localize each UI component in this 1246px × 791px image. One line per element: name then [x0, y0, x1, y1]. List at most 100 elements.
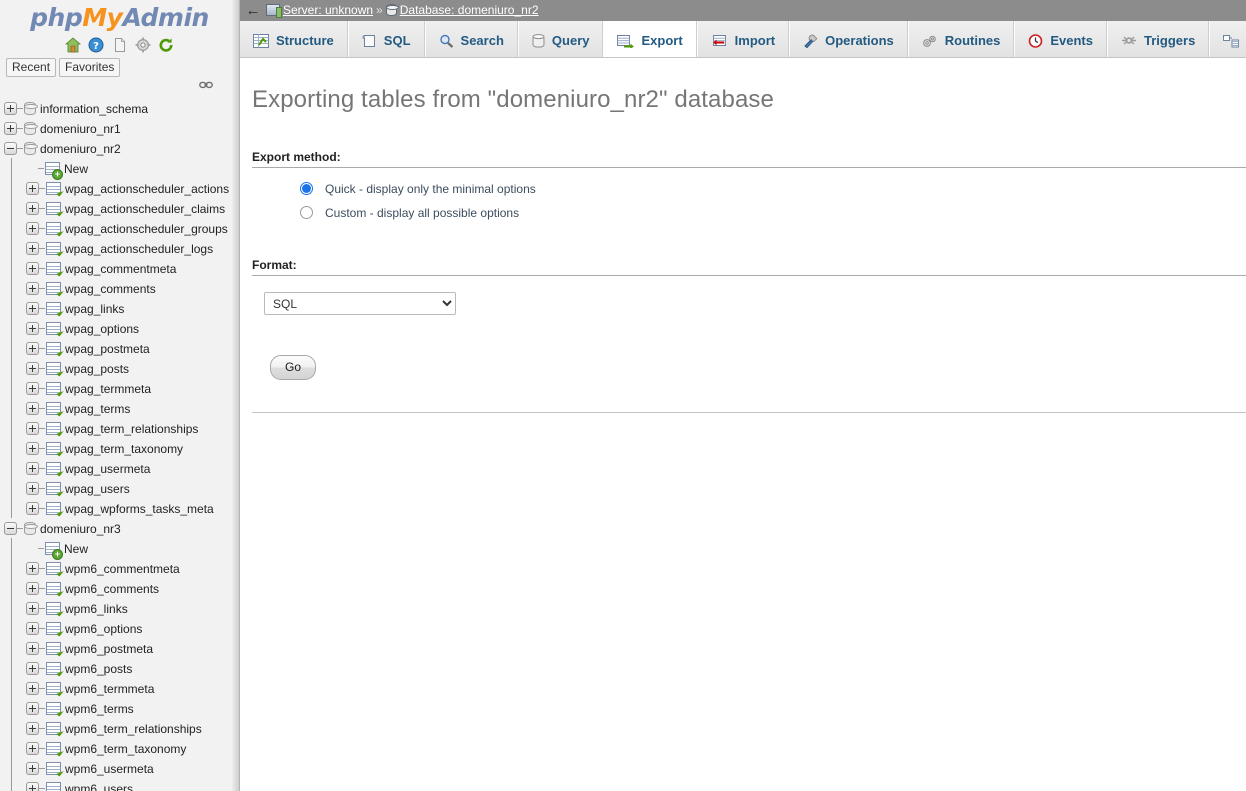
expand-toggle-icon[interactable]	[26, 482, 39, 496]
tree-node-wpm6_posts[interactable]: wpm6_posts	[0, 658, 233, 678]
expand-toggle-icon[interactable]	[26, 462, 39, 476]
expand-toggle-icon[interactable]	[26, 362, 39, 376]
tab-triggers[interactable]: Triggers	[1107, 21, 1210, 57]
breadcrumb-server-link[interactable]: Server: unknown	[283, 3, 373, 17]
tree-node-New[interactable]: New	[0, 158, 233, 181]
radio-quick[interactable]	[300, 182, 313, 195]
format-select[interactable]: SQLCSVCSV for MS ExcelJSONMicrosoft Word…	[264, 292, 456, 315]
tree-node-wpag_commentmeta[interactable]: wpag_commentmeta	[0, 258, 233, 278]
tree-node-wpag_usermeta[interactable]: wpag_usermeta	[0, 458, 233, 478]
tree-node-wpm6_term_taxonomy[interactable]: wpm6_term_taxonomy	[0, 738, 233, 758]
tree-node-wpm6_postmeta[interactable]: wpm6_postmeta	[0, 638, 233, 658]
expand-toggle-icon[interactable]	[26, 422, 39, 436]
expand-toggle-icon[interactable]	[26, 602, 39, 616]
refresh-icon[interactable]	[158, 37, 174, 53]
expand-toggle-icon[interactable]	[4, 102, 17, 116]
tab-search[interactable]: Search	[424, 21, 518, 57]
expand-toggle-icon[interactable]	[26, 222, 39, 236]
tree-node-wpag_actionscheduler_claims[interactable]: wpag_actionscheduler_claims	[0, 198, 233, 218]
tab-export[interactable]: Export	[603, 21, 697, 57]
favorites-button[interactable]: Favorites	[59, 58, 121, 77]
expand-toggle-icon[interactable]	[26, 562, 39, 576]
tree-node-wpag_options[interactable]: wpag_options	[0, 318, 233, 338]
tree-node-wpag_actionscheduler_actions[interactable]: wpag_actionscheduler_actions	[0, 178, 233, 198]
export-method-custom-option[interactable]: Custom - display all possible options	[300, 204, 1246, 222]
expand-toggle-icon[interactable]	[26, 502, 39, 516]
tree-node-wpag_comments[interactable]: wpag_comments	[0, 278, 233, 298]
expand-toggle-icon[interactable]	[4, 122, 17, 136]
tab-import[interactable]: Import	[696, 21, 790, 57]
help-icon[interactable]: ?	[88, 37, 104, 53]
tree-node-wpm6_comments[interactable]: wpm6_comments	[0, 578, 233, 598]
tree-node-wpag_actionscheduler_groups[interactable]: wpag_actionscheduler_groups	[0, 218, 233, 238]
expand-toggle-icon[interactable]	[26, 262, 39, 276]
home-icon[interactable]	[64, 37, 81, 53]
tab-query[interactable]: Query	[517, 21, 604, 57]
tree-node-wpm6_term_relationships[interactable]: wpm6_term_relationships	[0, 718, 233, 738]
expand-toggle-icon[interactable]	[26, 402, 39, 416]
go-button[interactable]: Go	[270, 355, 317, 380]
expand-toggle-icon[interactable]	[26, 182, 39, 196]
link-icon[interactable]	[199, 80, 213, 90]
tree-node-domeniuro_nr1[interactable]: domeniuro_nr1	[0, 118, 233, 138]
expand-toggle-icon[interactable]	[26, 242, 39, 256]
tree-node-wpag_users[interactable]: wpag_users	[0, 478, 233, 498]
tree-node-wpag_term_relationships[interactable]: wpag_term_relationships	[0, 418, 233, 438]
tree-node-wpm6_terms[interactable]: wpm6_terms	[0, 698, 233, 718]
tree-node-wpm6_usermeta[interactable]: wpm6_usermeta	[0, 758, 233, 778]
expand-toggle-icon[interactable]	[26, 762, 39, 776]
settings-gear-icon[interactable]	[135, 37, 151, 53]
expand-toggle-icon[interactable]	[26, 702, 39, 716]
tab-events[interactable]: Events	[1014, 21, 1107, 57]
tree-node-domeniuro_nr3[interactable]: domeniuro_nr3	[0, 518, 233, 538]
export-method-quick-option[interactable]: Quick - display only the minimal options	[300, 180, 1246, 198]
tree-node-wpag_wpforms_tasks_meta[interactable]: wpag_wpforms_tasks_meta	[0, 498, 233, 518]
tab-structure[interactable]: Structure	[240, 21, 348, 57]
expand-toggle-icon[interactable]	[26, 282, 39, 296]
docs-icon[interactable]	[112, 37, 128, 53]
tree-node-wpm6_options[interactable]: wpm6_options	[0, 618, 233, 638]
tree-node-New[interactable]: New	[0, 538, 233, 561]
expand-toggle-icon[interactable]	[26, 622, 39, 636]
tree-node-information_schema[interactable]: information_schema	[0, 98, 233, 118]
tree-node-wpm6_users[interactable]: wpm6_users	[0, 778, 233, 791]
expand-toggle-icon[interactable]	[26, 662, 39, 676]
tab-routines[interactable]: Routines	[907, 21, 1015, 57]
expand-toggle-icon[interactable]	[26, 722, 39, 736]
expand-toggle-icon[interactable]	[26, 682, 39, 696]
phpmyadmin-logo[interactable]: phpMyAdmin	[0, 0, 239, 32]
expand-toggle-icon[interactable]	[26, 782, 39, 791]
expand-toggle-icon[interactable]	[26, 202, 39, 216]
collapse-toggle-icon[interactable]	[4, 142, 17, 156]
tab-bar[interactable]: Structure SQL Search Query Export Import Opera…	[240, 21, 1246, 58]
expand-toggle-icon[interactable]	[26, 382, 39, 396]
expand-toggle-icon[interactable]	[26, 302, 39, 316]
breadcrumb-database-link[interactable]: Database: domeniuro_nr2	[400, 3, 539, 17]
tab-designer[interactable]: Designer	[1209, 21, 1246, 57]
recent-button[interactable]: Recent	[6, 58, 57, 77]
expand-toggle-icon[interactable]	[26, 442, 39, 456]
tree-node-domeniuro_nr2[interactable]: domeniuro_nr2	[0, 138, 233, 158]
tree-node-wpag_posts[interactable]: wpag_posts	[0, 358, 233, 378]
tab-operations[interactable]: Operations	[789, 21, 908, 57]
radio-custom[interactable]	[300, 206, 313, 219]
expand-toggle-icon[interactable]	[26, 642, 39, 656]
expand-toggle-icon[interactable]	[26, 342, 39, 356]
tree-node-wpm6_termmeta[interactable]: wpm6_termmeta	[0, 678, 233, 698]
tree-node-label: wpag_term_relationships	[65, 421, 199, 436]
tree-node-wpag_term_taxonomy[interactable]: wpag_term_taxonomy	[0, 438, 233, 458]
tree-node-wpag_actionscheduler_logs[interactable]: wpag_actionscheduler_logs	[0, 238, 233, 258]
expand-toggle-icon[interactable]	[26, 582, 39, 596]
tree-node-wpag_links[interactable]: wpag_links	[0, 298, 233, 318]
tree-node-wpag_postmeta[interactable]: wpag_postmeta	[0, 338, 233, 358]
collapse-toggle-icon[interactable]	[4, 522, 17, 536]
tree-node-wpm6_commentmeta[interactable]: wpm6_commentmeta	[0, 558, 233, 578]
tab-sql[interactable]: SQL	[347, 21, 425, 57]
tree-node-wpag_terms[interactable]: wpag_terms	[0, 398, 233, 418]
tree-node-wpm6_links[interactable]: wpm6_links	[0, 598, 233, 618]
expand-toggle-icon[interactable]	[26, 742, 39, 756]
expand-toggle-icon[interactable]	[26, 322, 39, 336]
database-tree[interactable]: information_schema domeniuro_nr1 domeniuro…	[0, 98, 233, 791]
tree-node-wpag_termmeta[interactable]: wpag_termmeta	[0, 378, 233, 398]
back-arrow-icon[interactable]: ←	[240, 0, 266, 21]
